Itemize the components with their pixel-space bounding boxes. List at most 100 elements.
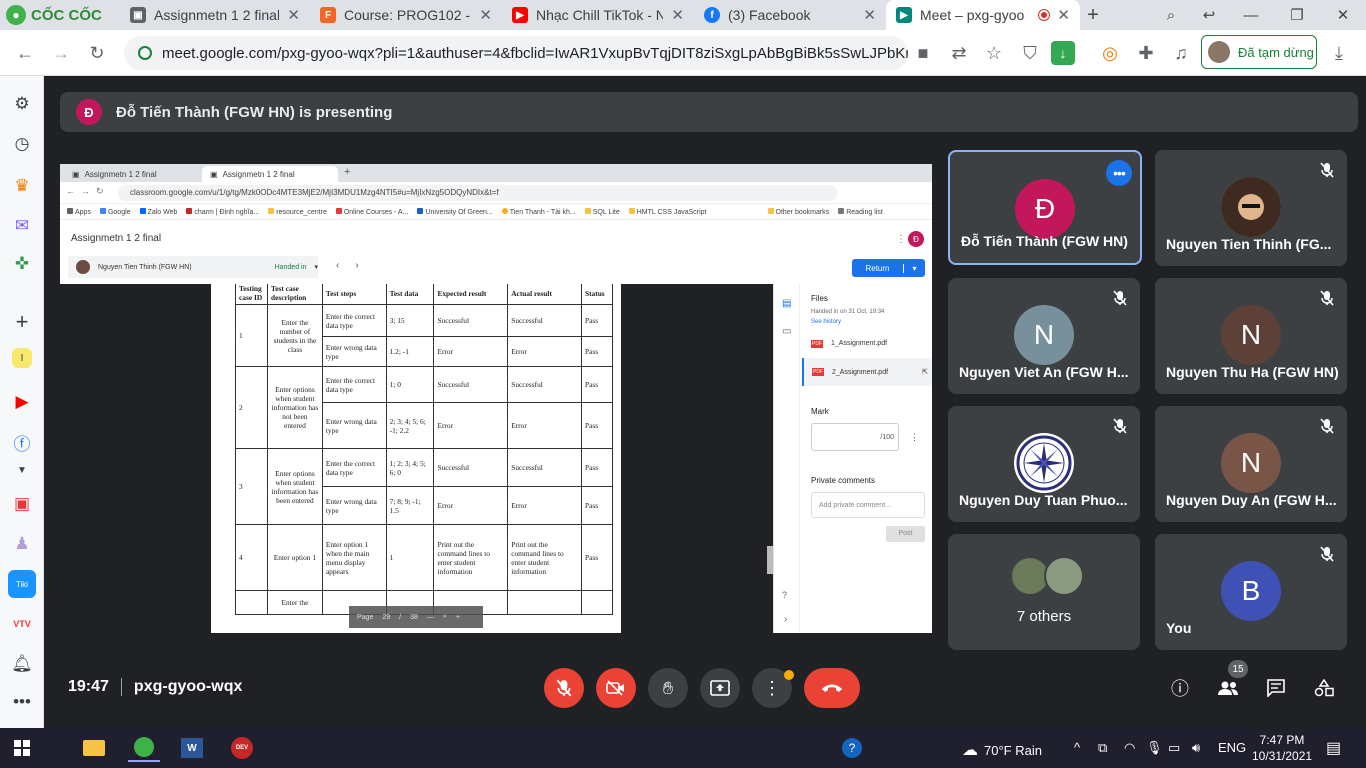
profile-paused-button[interactable]: Đã tạm dừng (1201, 35, 1317, 69)
shield-icon[interactable]: ⛉ (1015, 38, 1045, 68)
weather-widget[interactable]: ☁ 70°F Rain (962, 740, 1042, 760)
vtv-icon[interactable]: VTV (8, 610, 36, 638)
tab-course[interactable]: F Course: PROG102 - G ✕ (310, 0, 502, 30)
devcpp-icon[interactable]: DEV (226, 734, 258, 762)
notification-center-icon[interactable]: ▤ (1326, 738, 1341, 758)
microphone-icon[interactable]: 🎙︎ (1146, 740, 1163, 756)
game-avatar-icon[interactable]: ♟ (8, 530, 36, 558)
shared-browser-tabs: ▣ Assignmetn 1 2 final ▣ Assignmetn 1 2 fi… (60, 164, 932, 182)
bookmark-star-icon[interactable]: ☆ (979, 38, 1009, 68)
participant-tile[interactable]: N Nguyen Viet An (FGW H... (948, 278, 1140, 394)
cell-expected: Successful (433, 448, 509, 487)
reload-icon[interactable]: ↻ (82, 38, 112, 68)
coccoc-logo[interactable]: ● CỐC CỐC (6, 4, 102, 26)
table-row: 2 Enter options when student information… (235, 366, 614, 449)
clock[interactable]: 7:47 PM 10/31/2021 (1252, 732, 1312, 764)
pdf-icon: PDF (812, 368, 824, 376)
chat-button[interactable] (1262, 674, 1290, 702)
messenger-icon[interactable]: ✉ (8, 212, 36, 240)
youtube-icon[interactable]: ▶ (8, 388, 36, 416)
battery-icon[interactable]: ▭ (1168, 740, 1180, 756)
rain-cloud-icon: ☁ (962, 742, 978, 759)
raise-hand-button[interactable]: ✋︎ (648, 668, 688, 708)
present-screen-button[interactable] (700, 668, 740, 708)
private-comments-title: Private comments (811, 476, 876, 485)
cell-actual: Error (507, 336, 582, 367)
meeting-details-button[interactable]: ⓘ (1166, 674, 1194, 702)
cell-status: Pass (580, 448, 614, 487)
restore-button[interactable]: ❐ (1274, 0, 1320, 30)
windows-start-icon[interactable] (6, 734, 38, 762)
tray-app-icon[interactable]: ⧉ (1098, 740, 1107, 756)
close-icon[interactable]: ✕ (287, 6, 300, 24)
tab-meet[interactable]: ▶ Meet – pxg-gyoo ✕ (886, 0, 1080, 30)
people-button[interactable]: 15 (1214, 660, 1248, 702)
back-arrow-icon[interactable]: ← (10, 38, 40, 68)
cell-expected: Print out the command lines to enter stu… (433, 524, 509, 591)
mic-toggle-button[interactable] (544, 668, 584, 708)
participant-tile[interactable]: Đ ••• Đỗ Tiến Thành (FGW HN) (948, 150, 1142, 265)
tab-facebook[interactable]: f (3) Facebook ✕ (694, 0, 886, 30)
extensions-puzzle-icon[interactable]: ✚ (1131, 38, 1161, 68)
participant-tile[interactable]: N Nguyen Duy An (FGW H... (1155, 406, 1347, 522)
game-controller-icon[interactable]: ✜ (8, 250, 36, 278)
close-window-button[interactable]: ✕ (1320, 0, 1366, 30)
camera-toggle-button[interactable] (596, 668, 636, 708)
address-bar[interactable]: meet.google.com/pxg-gyoo-wqx?pli=1&authu… (124, 36, 908, 70)
wifi-icon[interactable]: ◠ (1124, 740, 1135, 756)
notification-dot (784, 670, 794, 680)
participant-tile[interactable]: Nguyen Duy Tuan Phuo... (948, 406, 1140, 522)
word-icon[interactable]: W (176, 734, 208, 762)
bookmark: Zalo Web (139, 207, 177, 216)
show-hidden-icons-chevron-up-icon[interactable]: ^ (1074, 740, 1080, 755)
activities-button[interactable] (1310, 674, 1338, 702)
notification-bell-icon[interactable]: 🔔︎ (8, 650, 36, 678)
close-icon[interactable]: ✕ (671, 6, 684, 24)
close-icon[interactable]: ✕ (863, 6, 876, 24)
add-panel-icon[interactable]: + (8, 308, 36, 336)
mic-off-icon (1317, 544, 1337, 564)
minimize-button[interactable]: — (1228, 0, 1274, 30)
extension-chrome-icon[interactable]: ◎ (1095, 38, 1125, 68)
shopee-icon[interactable]: ▣ (8, 490, 36, 518)
volume-icon[interactable]: 🔊︎ (1192, 740, 1200, 756)
notes-icon[interactable]: I (12, 348, 32, 368)
chevron-down-icon[interactable]: ▼ (8, 456, 36, 484)
bookmark: Google (99, 207, 131, 216)
pager-sep: / (399, 613, 402, 621)
help-app-icon[interactable]: ? (836, 734, 868, 762)
tab-assignment[interactable]: ▣ Assignmetn 1 2 final ✕ (120, 0, 310, 30)
language-indicator[interactable]: ENG (1218, 740, 1246, 755)
back-to-tab-icon[interactable]: ↩ (1186, 0, 1232, 30)
file-explorer-icon[interactable] (78, 734, 110, 762)
media-control-icon[interactable]: ♫ (1166, 38, 1196, 68)
translate-icon[interactable]: ⇄ (944, 38, 974, 68)
bookmark: Tien Thanh - Tài kh... (501, 207, 576, 216)
settings-gear-icon[interactable]: ⚙ (8, 90, 36, 118)
people-icon (1218, 681, 1238, 695)
tab-youtube[interactable]: ▶ Nhạc Chill TikTok - Nh ✕ (502, 0, 694, 30)
download-tray-icon[interactable]: ⤓ (1324, 38, 1354, 68)
coccoc-browser-icon[interactable] (128, 734, 160, 762)
download-icon[interactable]: ↓ (1051, 41, 1075, 65)
leave-call-button[interactable] (804, 668, 860, 708)
crown-icon[interactable]: ♛ (8, 172, 36, 200)
tiki-icon[interactable]: Tiki (8, 570, 36, 598)
people-count-badge: 15 (1228, 660, 1248, 678)
new-tab-button[interactable]: + (1080, 0, 1106, 30)
more-options-button[interactable]: ⋮ (752, 668, 794, 708)
close-icon[interactable]: ✕ (1057, 6, 1070, 24)
participant-tile[interactable]: Nguyen Tien Thinh (FG... (1155, 150, 1347, 266)
camera-icon[interactable]: ■ (908, 38, 938, 68)
more-dots-icon[interactable]: ••• (8, 688, 36, 716)
history-icon[interactable]: ◷ (8, 130, 36, 158)
participant-tile[interactable]: N Nguyen Thu Ha (FGW HN) (1155, 278, 1347, 394)
activities-shapes-icon (1314, 679, 1334, 697)
more-options-icon[interactable]: ••• (1106, 160, 1132, 186)
others-tile[interactable]: 7 others (948, 534, 1140, 650)
self-tile[interactable]: B You (1155, 534, 1347, 650)
close-icon[interactable]: ✕ (479, 6, 492, 24)
forward-arrow-icon[interactable]: → (46, 38, 76, 68)
cell-id: 2 (235, 366, 268, 449)
facebook-icon[interactable]: ⓕ (8, 428, 36, 456)
